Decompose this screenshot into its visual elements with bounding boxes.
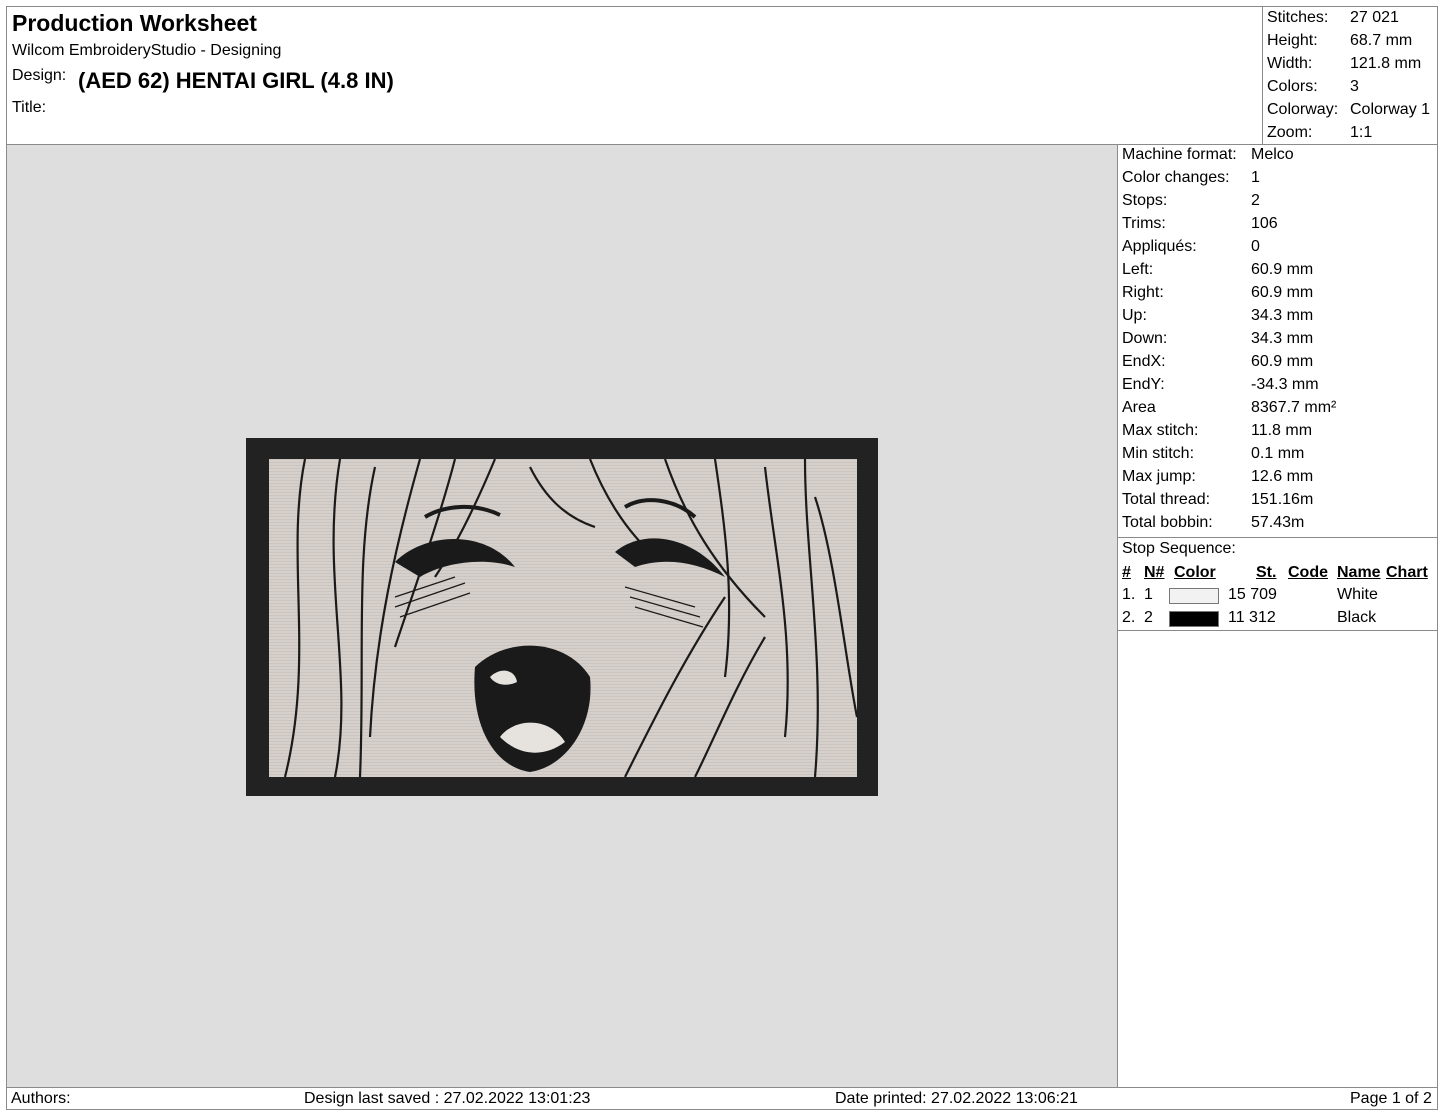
col-header-color: Color <box>1174 564 1216 581</box>
stops-label: Stops: <box>1122 192 1168 209</box>
page-number: Page 1 of 2 <box>1350 1090 1432 1107</box>
max-jump-label: Max jump: <box>1122 468 1196 485</box>
colorway-label: Colorway: <box>1267 101 1339 118</box>
row-1-name: White <box>1337 586 1378 603</box>
stops-value: 2 <box>1251 192 1260 209</box>
endx-value: 60.9 mm <box>1251 353 1314 370</box>
col-header-code: Code <box>1288 564 1328 581</box>
max-stitch-label: Max stitch: <box>1122 422 1199 439</box>
max-stitch-value: 11.8 mm <box>1251 422 1313 439</box>
appliques-label: Appliqués: <box>1122 238 1197 255</box>
trims-value: 106 <box>1251 215 1278 232</box>
endy-value: -34.3 mm <box>1251 376 1319 393</box>
width-label: Width: <box>1267 55 1313 72</box>
col-header-chart: Chart <box>1386 564 1428 581</box>
stitches-label: Stitches: <box>1267 9 1329 26</box>
row-2-index: 2. <box>1122 609 1136 626</box>
height-label: Height: <box>1267 32 1318 49</box>
row-2-name: Black <box>1337 609 1377 626</box>
design-preview-canvas <box>7 145 1118 1087</box>
total-thread-value: 151.16m <box>1251 491 1314 508</box>
col-header-stitches: St. <box>1256 564 1277 581</box>
color-swatch-black <box>1169 611 1219 627</box>
color-changes-value: 1 <box>1251 169 1260 186</box>
application-name: Wilcom EmbroideryStudio - Designing <box>12 42 282 59</box>
total-thread-label: Total thread: <box>1122 491 1211 508</box>
area-value: 8367.7 mm² <box>1251 399 1337 416</box>
down-value: 34.3 mm <box>1251 330 1314 347</box>
title-label: Title: <box>12 99 47 116</box>
endx-label: EndX: <box>1122 353 1166 370</box>
authors-label: Authors: <box>11 1090 71 1107</box>
design-last-saved: Design last saved : 27.02.2022 13:01:23 <box>304 1090 591 1107</box>
total-bobbin-label: Total bobbin: <box>1122 514 1213 531</box>
row-1-stitches: 15 709 <box>1228 586 1277 603</box>
stitches-value: 27 021 <box>1350 9 1399 26</box>
worksheet-header: Production Worksheet Wilcom EmbroiderySt… <box>7 7 1262 145</box>
stop-sequence-table: Stop Sequence: # N# Color St. Code Name … <box>1118 537 1437 631</box>
right-label: Right: <box>1122 284 1164 301</box>
row-1-index: 1. <box>1122 586 1136 603</box>
zoom-label: Zoom: <box>1267 124 1313 141</box>
appliques-value: 0 <box>1251 238 1260 255</box>
right-value: 60.9 mm <box>1251 284 1314 301</box>
row-2-needle: 2 <box>1144 609 1153 626</box>
endy-label: EndY: <box>1122 376 1165 393</box>
total-bobbin-value: 57.43m <box>1251 514 1305 531</box>
machine-format-value: Melco <box>1251 146 1294 163</box>
row-2-stitches: 11 312 <box>1228 609 1276 626</box>
stop-sequence-title: Stop Sequence: <box>1122 540 1236 557</box>
machine-format-label: Machine format: <box>1122 146 1237 163</box>
area-label: Area <box>1122 399 1156 416</box>
max-jump-value: 12.6 mm <box>1251 468 1314 485</box>
left-value: 60.9 mm <box>1251 261 1314 278</box>
date-printed: Date printed: 27.02.2022 13:06:21 <box>835 1090 1078 1107</box>
production-worksheet: Production Worksheet Wilcom EmbroiderySt… <box>6 6 1438 1110</box>
worksheet-footer: Authors: Design last saved : 27.02.2022 … <box>7 1087 1437 1109</box>
col-header-name: Name <box>1337 564 1381 581</box>
color-swatch-white <box>1169 588 1219 604</box>
left-label: Left: <box>1122 261 1154 278</box>
page-title: Production Worksheet <box>12 10 257 36</box>
embroidery-design-preview <box>246 438 878 796</box>
up-value: 34.3 mm <box>1251 307 1314 324</box>
trims-label: Trims: <box>1122 215 1166 232</box>
height-value: 68.7 mm <box>1350 32 1413 49</box>
col-header-needle: N# <box>1144 564 1165 581</box>
min-stitch-value: 0.1 mm <box>1251 445 1305 462</box>
colors-label: Colors: <box>1267 78 1318 95</box>
row-1-needle: 1 <box>1144 586 1153 603</box>
min-stitch-label: Min stitch: <box>1122 445 1195 462</box>
design-details-panel: Machine format: Melco Color changes: 1 S… <box>1118 145 1437 1087</box>
zoom-value: 1:1 <box>1350 124 1373 141</box>
colorway-value: Colorway 1 <box>1350 101 1431 118</box>
col-header-index: # <box>1122 564 1131 581</box>
down-label: Down: <box>1122 330 1168 347</box>
colors-value: 3 <box>1350 78 1359 95</box>
summary-panel: Stitches: 27 021 Height: 68.7 mm Width: … <box>1262 7 1437 145</box>
up-label: Up: <box>1122 307 1147 324</box>
width-value: 121.8 mm <box>1350 55 1422 72</box>
color-changes-label: Color changes: <box>1122 169 1230 186</box>
design-label: Design: <box>12 67 67 84</box>
design-name: (AED 62) HENTAI GIRL (4.8 IN) <box>78 68 394 93</box>
